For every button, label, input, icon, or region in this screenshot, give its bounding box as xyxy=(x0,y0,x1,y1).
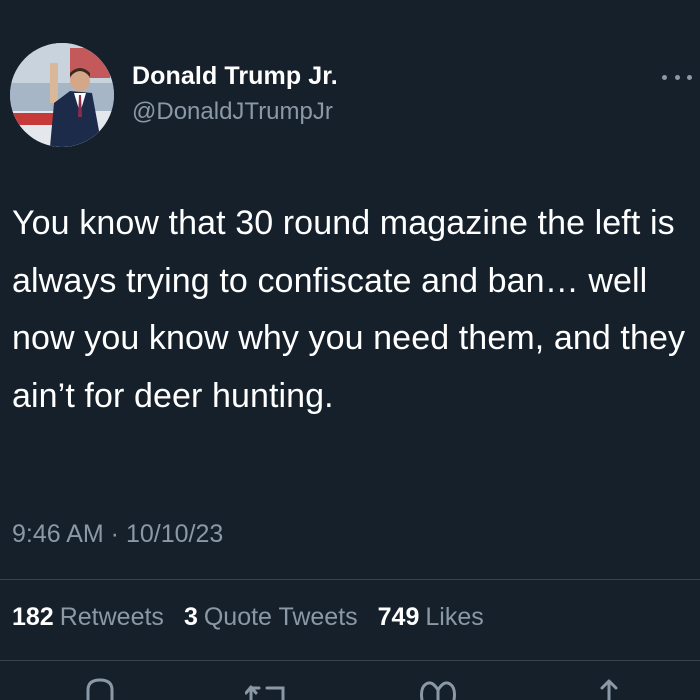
reply-icon[interactable] xyxy=(80,676,120,700)
tweet-text: You know that 30 round magazine the left… xyxy=(12,204,686,415)
author-name[interactable]: Donald Trump Jr. xyxy=(132,62,338,91)
divider xyxy=(0,579,700,580)
retweets-label: Retweets xyxy=(59,603,164,631)
tweet-timestamp[interactable]: 9:46 AM · 10/10/23 xyxy=(12,520,223,549)
more-dot xyxy=(687,74,692,80)
quote-tweets-stat[interactable]: 3 Quote Tweets xyxy=(184,603,358,632)
more-dot xyxy=(674,74,680,80)
action-bar xyxy=(0,676,700,700)
heart-icon[interactable] xyxy=(416,676,460,700)
avatar[interactable] xyxy=(10,43,114,147)
avatar-photo xyxy=(10,43,114,147)
quote-tweets-label: Quote Tweets xyxy=(203,603,358,631)
quote-tweets-count: 3 xyxy=(183,603,198,631)
divider xyxy=(0,660,700,661)
likes-stat[interactable]: 749 Likes xyxy=(378,603,484,632)
retweets-stat[interactable]: 182 Retweets xyxy=(12,603,164,632)
retweets-count: 182 xyxy=(12,603,54,631)
retweet-icon[interactable] xyxy=(245,676,289,700)
more-dot xyxy=(662,74,667,80)
likes-count: 749 xyxy=(377,603,420,631)
engagement-stats: 182 Retweets 3 Quote Tweets 749 Likes xyxy=(12,603,504,632)
share-icon[interactable] xyxy=(589,676,629,700)
more-icon[interactable] xyxy=(662,72,692,82)
author-handle[interactable]: @DonaldJTrumpJr xyxy=(132,98,333,126)
likes-label: Likes xyxy=(425,603,484,631)
